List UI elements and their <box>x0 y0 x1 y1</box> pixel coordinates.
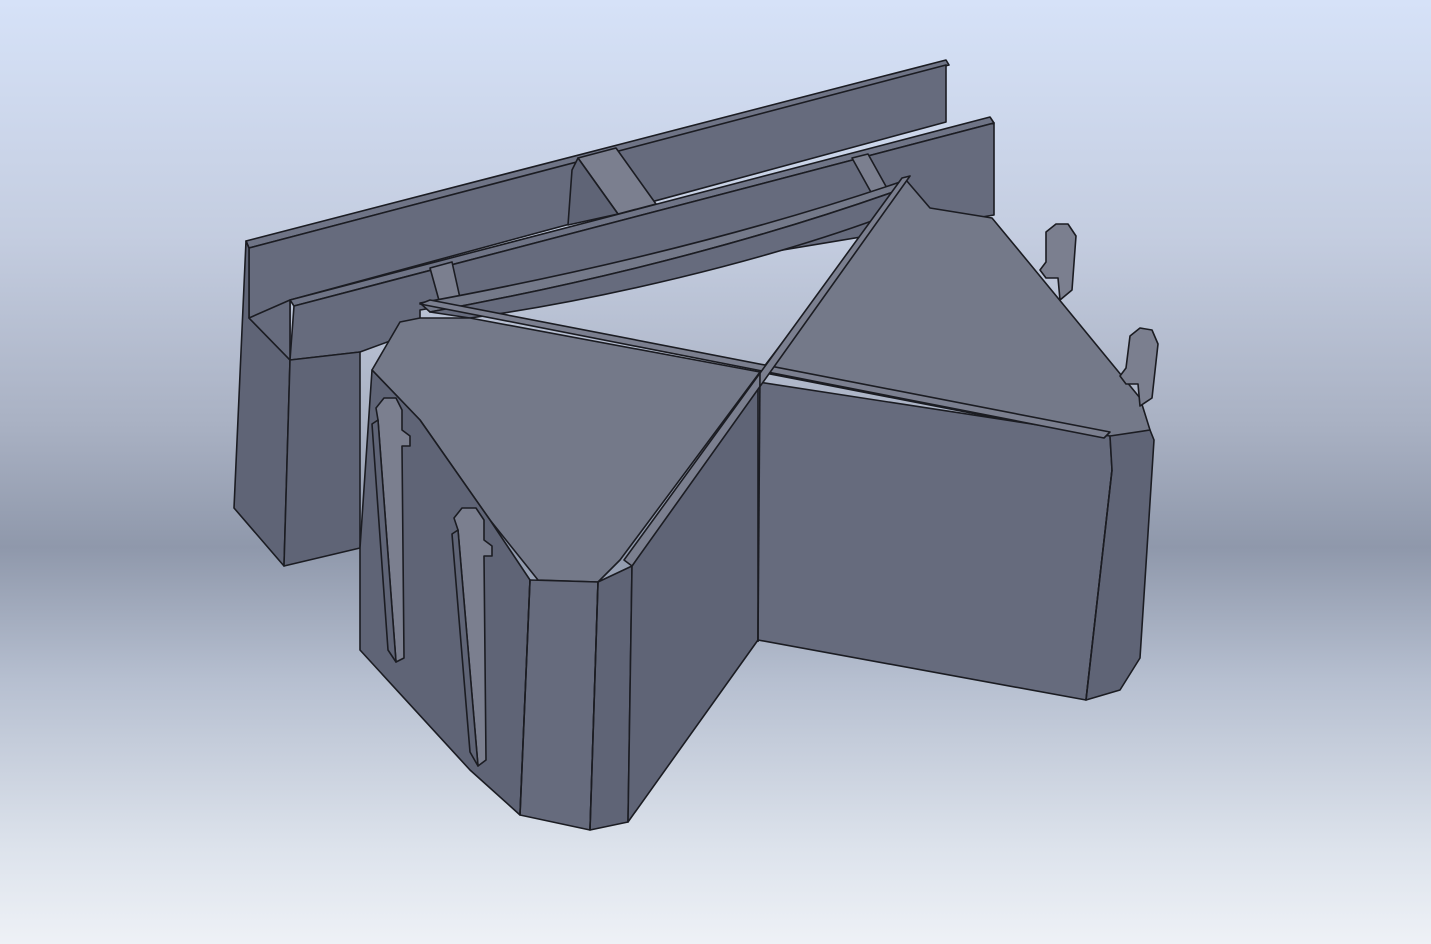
left-lobe[interactable] <box>359 317 761 831</box>
3d-viewport[interactable] <box>0 0 1431 944</box>
part-model[interactable] <box>0 0 1431 944</box>
